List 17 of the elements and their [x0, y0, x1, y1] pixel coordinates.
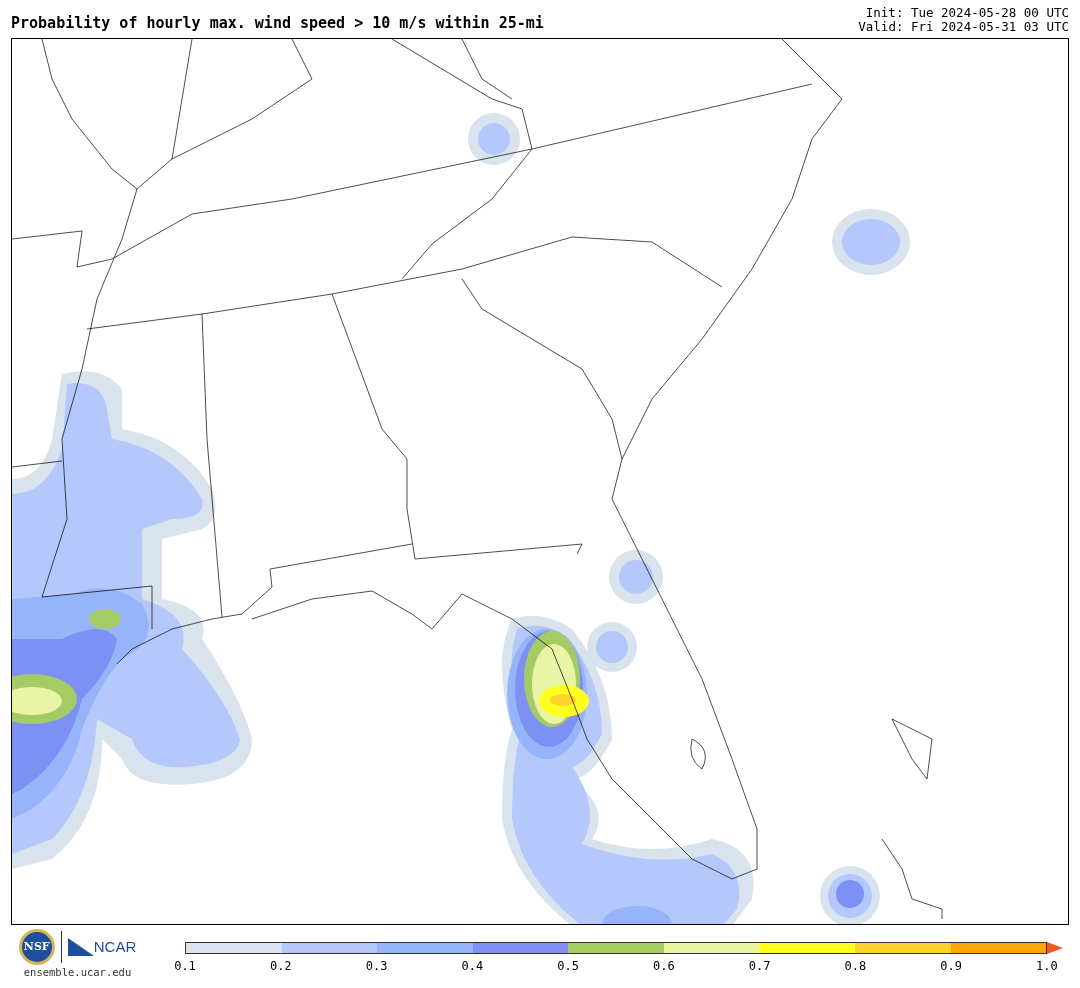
init-time: Init: Tue 2024-05-28 00 UTC — [865, 6, 1069, 20]
colorbar-tick-label: 0.9 — [939, 958, 963, 975]
chart-title: Probability of hourly max. wind speed > 10 m/s within 25-mi — [11, 12, 544, 34]
colorbar-tick-label: 0.8 — [843, 958, 868, 975]
colorbar-tick-label: 0.3 — [364, 958, 389, 975]
colorbar-tick-label: 0.1 — [173, 958, 197, 975]
colorbar-tick-label: 0.2 — [268, 958, 293, 975]
colorbar-tick-label: 0.5 — [556, 958, 580, 975]
ncar-logo-text: NCAR — [93, 936, 137, 957]
colorbar-tick-label: 0.6 — [652, 958, 676, 975]
colorbar-tick-label: 0.7 — [747, 958, 772, 975]
wave-logo-icon — [67, 938, 94, 956]
website-url: ensemble.ucar.edu — [23, 965, 132, 980]
valid-time: Valid: Fri 2024-05-31 03 UTC — [858, 20, 1069, 34]
colorbar-tick-label: 1.0 — [1035, 958, 1059, 975]
globe-logo: NSF — [18, 929, 55, 965]
colorbar-tick-label: 0.4 — [460, 958, 485, 975]
